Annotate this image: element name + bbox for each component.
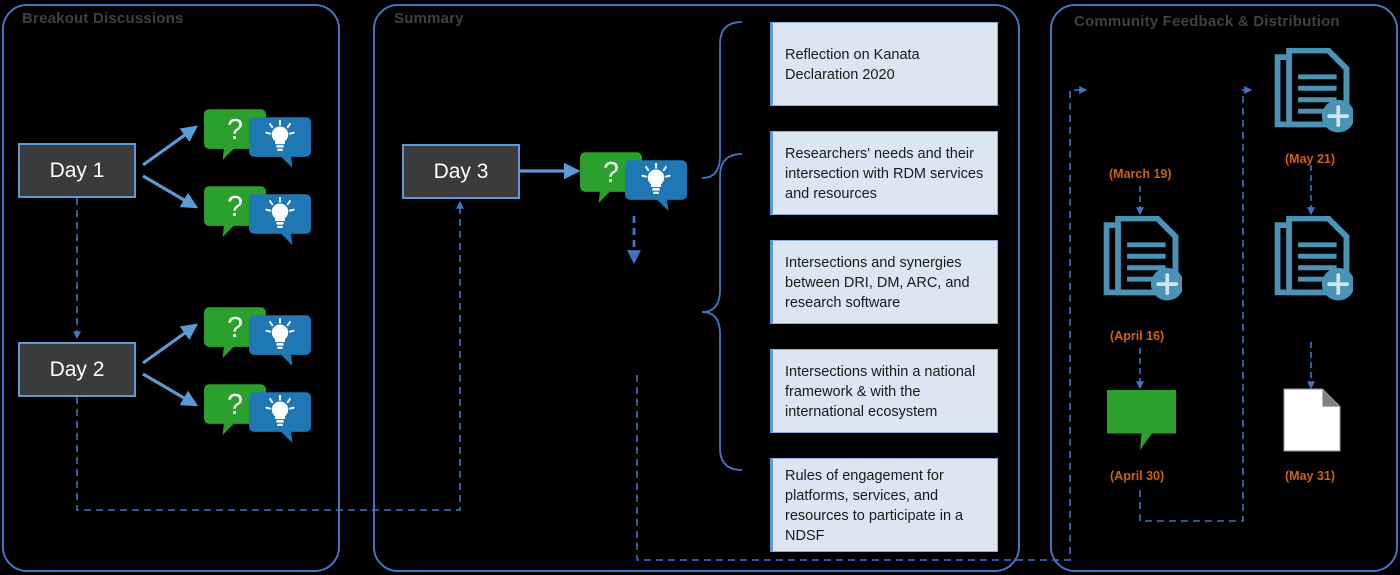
topic-box-3[interactable]: Intersections and synergies between DRI,… [770, 240, 998, 324]
date-label-may-21: (May 21) [1285, 152, 1336, 166]
arrow-day1-to-bubble1 [142, 125, 199, 167]
topic-box-1[interactable]: Reflection on Kanata Declaration 2020 [770, 22, 998, 106]
day-box-1[interactable]: Day 1 [18, 143, 136, 198]
lightbulb-speech-bubble-icon [249, 391, 311, 443]
topic-box-1-text: Reflection on Kanata Declaration 2020 [785, 46, 920, 83]
day-box-1-label: Day 1 [49, 158, 105, 182]
document-add-icon [1278, 219, 1355, 301]
arrow-day2-to-bubble3 [142, 323, 199, 365]
date-label-march-19: (March 19) [1109, 167, 1172, 181]
panel-title-breakout: Breakout Discussions [22, 10, 184, 27]
lightbulb-speech-bubble-icon [249, 314, 311, 366]
day-box-3-label: Day 3 [433, 159, 489, 183]
topic-box-5-text: Rules of engagement for platforms, servi… [785, 467, 964, 544]
green-speech-bubble-icon [1107, 390, 1176, 450]
date-label-april-16: (April 16) [1110, 329, 1165, 343]
document-add-icon [1278, 51, 1355, 133]
day-box-2-label: Day 2 [49, 357, 105, 381]
lightbulb-speech-bubble-icon [249, 116, 311, 168]
panel-title-community: Community Feedback & Distribution [1074, 13, 1340, 30]
topic-box-2-text: Researchers' needs and their intersectio… [785, 145, 984, 202]
topic-list-brace [701, 153, 743, 471]
diagram-canvas: ? [0, 0, 1400, 575]
day-box-2[interactable]: Day 2 [18, 342, 136, 397]
document-add-icon [1107, 219, 1184, 301]
lightbulb-speech-bubble-icon [249, 193, 311, 245]
panel-title-summary: Summary [394, 10, 464, 27]
panel-frame-breakout [2, 4, 340, 572]
diagram-vector-layer: ? [2, 4, 1398, 572]
arrow-day2-to-bubble4 [142, 372, 199, 407]
white-page-icon [1283, 388, 1341, 452]
connector-april30-to-may21 [1139, 86, 1253, 522]
topic-box-5[interactable]: Rules of engagement for platforms, servi… [770, 458, 998, 552]
topic-box-3-text: Intersections and synergies between DRI,… [785, 254, 970, 311]
topic-box-4-text: Intersections within a national framewor… [785, 363, 976, 420]
date-label-april-30: (April 30) [1110, 469, 1165, 483]
topic-box-2[interactable]: Researchers' needs and their intersectio… [770, 131, 998, 215]
arrow-day1-to-bubble2 [142, 174, 199, 209]
day-box-3[interactable]: Day 3 [402, 144, 520, 199]
date-label-may-31: (May 31) [1285, 469, 1336, 483]
lightbulb-speech-bubble-icon [625, 159, 687, 211]
topic-box-4[interactable]: Intersections within a national framewor… [770, 349, 998, 433]
